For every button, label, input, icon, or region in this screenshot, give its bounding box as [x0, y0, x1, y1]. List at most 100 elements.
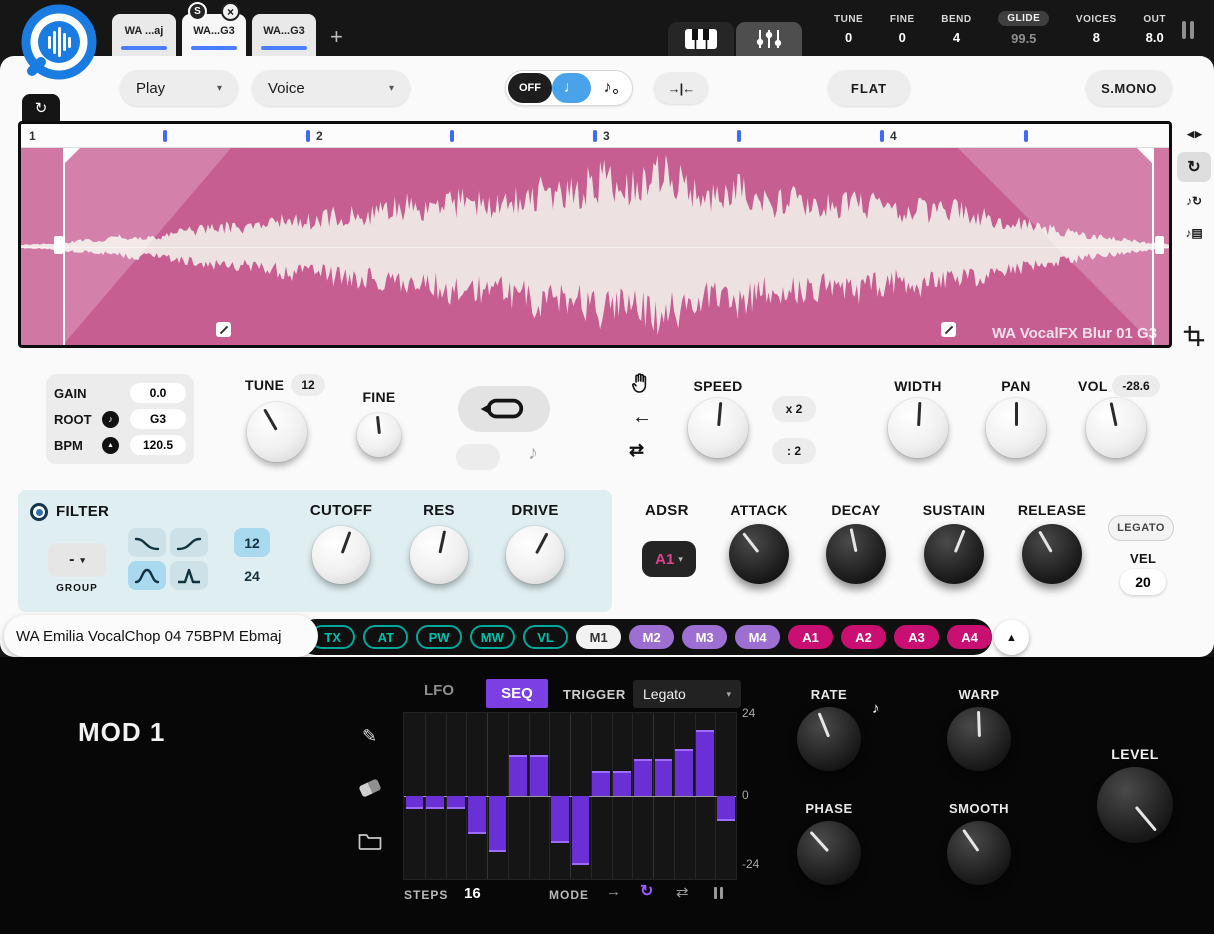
mod-slot-pill-mw[interactable]: MW: [470, 625, 515, 649]
add-tab-button[interactable]: +: [330, 24, 343, 50]
trigger-dropdown[interactable]: Legato ▾: [633, 680, 741, 708]
rate-sync-note-icon[interactable]: ♪: [872, 700, 880, 717]
fine-knob[interactable]: [357, 413, 401, 457]
res-knob[interactable]: [410, 526, 468, 584]
seq-step-11[interactable]: [613, 771, 631, 796]
seq-step-16[interactable]: [717, 796, 735, 821]
loop-view-button[interactable]: ↻: [1177, 152, 1211, 182]
sync-off-button[interactable]: OFF: [508, 73, 552, 103]
speed-half-button[interactable]: : 2: [772, 438, 816, 464]
width-knob[interactable]: [888, 398, 948, 458]
hand-drag-tool[interactable]: [630, 372, 652, 394]
loaded-sample-name[interactable]: WA Emilia VocalChop 04 75BPM Ebmaj: [4, 615, 318, 657]
smooth-knob[interactable]: [947, 821, 1011, 885]
tune-knob[interactable]: [247, 402, 307, 462]
level-knob[interactable]: [1097, 767, 1173, 843]
attack-knob[interactable]: [729, 524, 789, 584]
start-marker[interactable]: [63, 148, 65, 345]
fade-in-grip[interactable]: [216, 322, 231, 337]
sync-note-button[interactable]: ♩: [552, 73, 591, 103]
crop-button[interactable]: [1179, 322, 1209, 350]
stereo-mono-button[interactable]: S.MONO: [1086, 70, 1172, 106]
step-sequencer[interactable]: [403, 712, 737, 880]
tab-keyboard-view[interactable]: [668, 22, 734, 56]
drive-knob[interactable]: [506, 526, 564, 584]
mode-pingpong-button[interactable]: ⇄: [676, 883, 689, 901]
seq-step-9[interactable]: [572, 796, 590, 865]
steps-value[interactable]: 16: [464, 885, 481, 902]
note-sync-icon[interactable]: ♪: [528, 442, 538, 465]
waveform-area[interactable]: WA VocalFX Blur 01 G3: [21, 148, 1169, 345]
mod-slot-pill-vl[interactable]: VL: [523, 625, 568, 649]
seq-step-8[interactable]: [551, 796, 569, 843]
legato-button[interactable]: LEGATO: [1108, 515, 1174, 541]
fade-out-grip[interactable]: [941, 322, 956, 337]
gain-value[interactable]: 0.0: [130, 383, 186, 403]
voice-mode-dropdown[interactable]: Voice ▾: [252, 70, 410, 106]
mod-slot-pill-a4[interactable]: A4: [947, 625, 992, 649]
tab-mixer-view[interactable]: [736, 22, 802, 56]
mod-slot-pill-m3[interactable]: M3: [682, 625, 727, 649]
loop-mode-tab[interactable]: ↻: [22, 94, 60, 121]
mode-loop-button[interactable]: ↻: [640, 881, 653, 901]
param-value[interactable]: 8.0: [1146, 30, 1164, 45]
mod-slot-pill-a2[interactable]: A2: [841, 625, 886, 649]
end-marker[interactable]: [1152, 148, 1154, 345]
draw-tool-button[interactable]: ✎: [362, 726, 377, 747]
loop-length-value[interactable]: [456, 444, 500, 470]
seq-step-15[interactable]: [696, 730, 714, 796]
vol-knob[interactable]: [1086, 398, 1146, 458]
note-grid-button[interactable]: ♪▤: [1177, 218, 1211, 248]
seq-step-1[interactable]: [406, 796, 424, 809]
root-value[interactable]: G3: [130, 409, 186, 429]
tab-seq[interactable]: SEQ: [486, 679, 548, 708]
filter-slope-24[interactable]: 24: [234, 561, 270, 590]
ping-pong-button[interactable]: ⇄: [629, 440, 644, 461]
adsr-selector-dropdown[interactable]: A1 ▾: [642, 541, 696, 577]
seq-step-13[interactable]: [655, 759, 673, 797]
param-value[interactable]: 0: [845, 30, 852, 45]
seq-step-3[interactable]: [447, 796, 465, 809]
warp-knob[interactable]: [947, 707, 1011, 771]
phase-knob[interactable]: [797, 821, 861, 885]
seq-step-12[interactable]: [634, 759, 652, 797]
param-value[interactable]: 99.5: [1011, 31, 1036, 46]
filter-shape-bandpass[interactable]: [128, 561, 166, 590]
filter-shape-peak[interactable]: [170, 561, 208, 590]
mod-slot-pill-m1[interactable]: M1: [576, 625, 621, 649]
reverse-button[interactable]: ←: [632, 406, 652, 429]
filter-slope-12[interactable]: 12: [234, 528, 270, 557]
cutoff-knob[interactable]: [312, 526, 370, 584]
solo-badge[interactable]: S: [188, 2, 207, 21]
mod-slot-pill-pw[interactable]: PW: [416, 625, 461, 649]
bpm-value[interactable]: 120.5: [130, 435, 186, 455]
release-knob[interactable]: [1022, 524, 1082, 584]
preset-folder-button[interactable]: [358, 832, 382, 855]
mod-slot-pill-at[interactable]: AT: [363, 625, 408, 649]
seq-step-6[interactable]: [509, 755, 527, 796]
sync-triplet-button[interactable]: ♪: [591, 73, 630, 103]
waveform-editor[interactable]: 1234 WA VocalFX Blur 01 G3: [18, 121, 1172, 348]
seq-step-2[interactable]: [426, 796, 444, 809]
preset-tab-1[interactable]: WA ...aj: [112, 14, 176, 56]
timeline-ruler[interactable]: 1234: [21, 124, 1169, 148]
start-marker-handle[interactable]: [54, 236, 63, 254]
pause-icon[interactable]: [1182, 21, 1198, 44]
tab-lfo[interactable]: LFO: [424, 682, 454, 699]
loop-toggle-button[interactable]: [458, 386, 550, 432]
preset-tab-3[interactable]: WA...G3: [252, 14, 316, 56]
vel-value[interactable]: 20: [1120, 569, 1166, 595]
rate-knob[interactable]: [797, 707, 861, 771]
seq-step-4[interactable]: [468, 796, 486, 834]
flat-button[interactable]: FLAT: [828, 70, 910, 106]
preset-tab-2[interactable]: WA...G3S×: [182, 14, 246, 56]
decay-knob[interactable]: [826, 524, 886, 584]
close-icon[interactable]: ×: [221, 2, 240, 21]
speed-double-button[interactable]: x 2: [772, 396, 816, 422]
flip-lr-button[interactable]: ◀▶: [1180, 124, 1210, 144]
param-value[interactable]: 4: [953, 30, 960, 45]
mod-slot-pill-m2[interactable]: M2: [629, 625, 674, 649]
speed-knob[interactable]: [688, 398, 748, 458]
filter-shape-highpass[interactable]: [170, 528, 208, 557]
seq-step-14[interactable]: [675, 749, 693, 796]
